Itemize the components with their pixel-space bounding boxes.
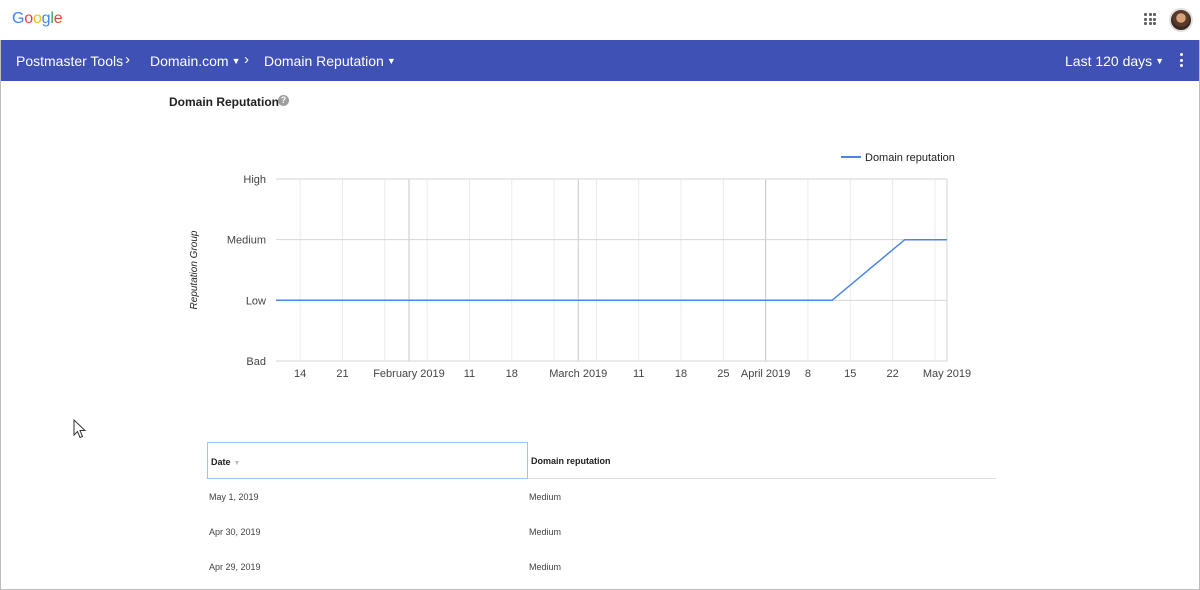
date-column-header[interactable]: Date ▼ (207, 442, 528, 479)
x-tick-label: 21 (336, 368, 348, 380)
legend-label: Domain reputation (865, 152, 955, 164)
y-tick-label: Bad (246, 356, 266, 368)
x-tick-label: 11 (464, 368, 475, 380)
date-header-label: Date (211, 457, 231, 467)
chart-axes: Bad Low Medium High 14 21 February 2019 11 18 Mar… (189, 174, 971, 380)
reputation-table: Date ▼ Domain reputation May 1, 2019 Medi… (206, 442, 996, 584)
page-title: Domain Reputation (169, 95, 279, 109)
row-reputation: Medium (529, 562, 562, 572)
x-tick-label: March 2019 (549, 368, 607, 380)
help-icon[interactable]: ? (278, 95, 289, 106)
apps-grid-icon[interactable] (1144, 13, 1156, 25)
google-top-bar: Google (0, 0, 1200, 40)
x-tick-label: 8 (805, 368, 811, 380)
y-tick-label: Low (246, 295, 266, 307)
y-tick-label: High (243, 174, 266, 186)
x-tick-label: February 2019 (373, 368, 445, 380)
app-bar: Postmaster Tools › Domain.com ▼ › Domain … (1, 40, 1199, 81)
logo-letter: g (41, 10, 51, 27)
dropdown-caret-icon: ▼ (1155, 56, 1165, 66)
row-date: Apr 29, 2019 (209, 562, 261, 572)
chevron-right-icon: › (125, 51, 130, 68)
reputation-chart: Bad Low Medium High 14 21 February 2019 11 18 Mar… (189, 152, 971, 380)
user-avatar[interactable] (1169, 8, 1193, 32)
x-tick-label: 25 (717, 368, 729, 380)
x-tick-label: 18 (506, 368, 518, 380)
domain-dropdown[interactable]: Domain.com ▼ (150, 53, 241, 69)
logo-letter: e (53, 10, 63, 27)
table-header-row: Date ▼ Domain reputation (206, 442, 996, 479)
section-label: Domain Reputation (264, 53, 384, 69)
breadcrumb-postmaster-tools[interactable]: Postmaster Tools (16, 53, 123, 69)
row-date: Apr 30, 2019 (209, 527, 261, 537)
dropdown-caret-icon: ▼ (231, 56, 241, 66)
more-vert-icon[interactable] (1175, 52, 1187, 68)
logo-letter: o (32, 10, 42, 27)
row-date: May 1, 2019 (209, 492, 259, 502)
y-tick-label: Medium (227, 235, 266, 247)
domain-label: Domain.com (150, 53, 229, 69)
table-row: Apr 29, 2019 Medium (206, 549, 996, 584)
x-tick-label: May 2019 (923, 368, 971, 380)
date-range-dropdown[interactable]: Last 120 days ▼ (1065, 53, 1164, 69)
x-tick-label: 18 (675, 368, 687, 380)
x-tick-label: 15 (844, 368, 856, 380)
row-reputation: Medium (529, 527, 562, 537)
logo-letter: G (12, 10, 25, 27)
x-tick-label: 14 (294, 368, 306, 380)
date-range-label: Last 120 days (1065, 53, 1153, 69)
mouse-cursor-icon (73, 419, 87, 439)
section-dropdown[interactable]: Domain Reputation ▼ (264, 53, 396, 69)
table-row: Apr 30, 2019 Medium (206, 514, 996, 549)
chart-legend[interactable]: Domain reputation (841, 152, 955, 164)
sort-desc-icon: ▼ (233, 460, 241, 467)
row-reputation: Medium (529, 492, 562, 502)
chart-grid (276, 178, 948, 362)
x-tick-label: 22 (886, 368, 898, 380)
dropdown-caret-icon: ▼ (386, 56, 396, 66)
table-row: May 1, 2019 Medium (206, 479, 996, 514)
x-tick-label: 11 (633, 368, 644, 380)
series-line-domain-reputation (276, 238, 947, 302)
x-tick-label: April 2019 (741, 368, 791, 380)
reputation-column-header[interactable]: Domain reputation (528, 442, 828, 479)
y-axis-title: Reputation Group (189, 230, 200, 309)
chart-series (276, 238, 947, 302)
google-logo[interactable]: Google (12, 10, 63, 28)
logo-letter: o (24, 10, 33, 27)
chevron-right-icon: › (244, 51, 249, 68)
